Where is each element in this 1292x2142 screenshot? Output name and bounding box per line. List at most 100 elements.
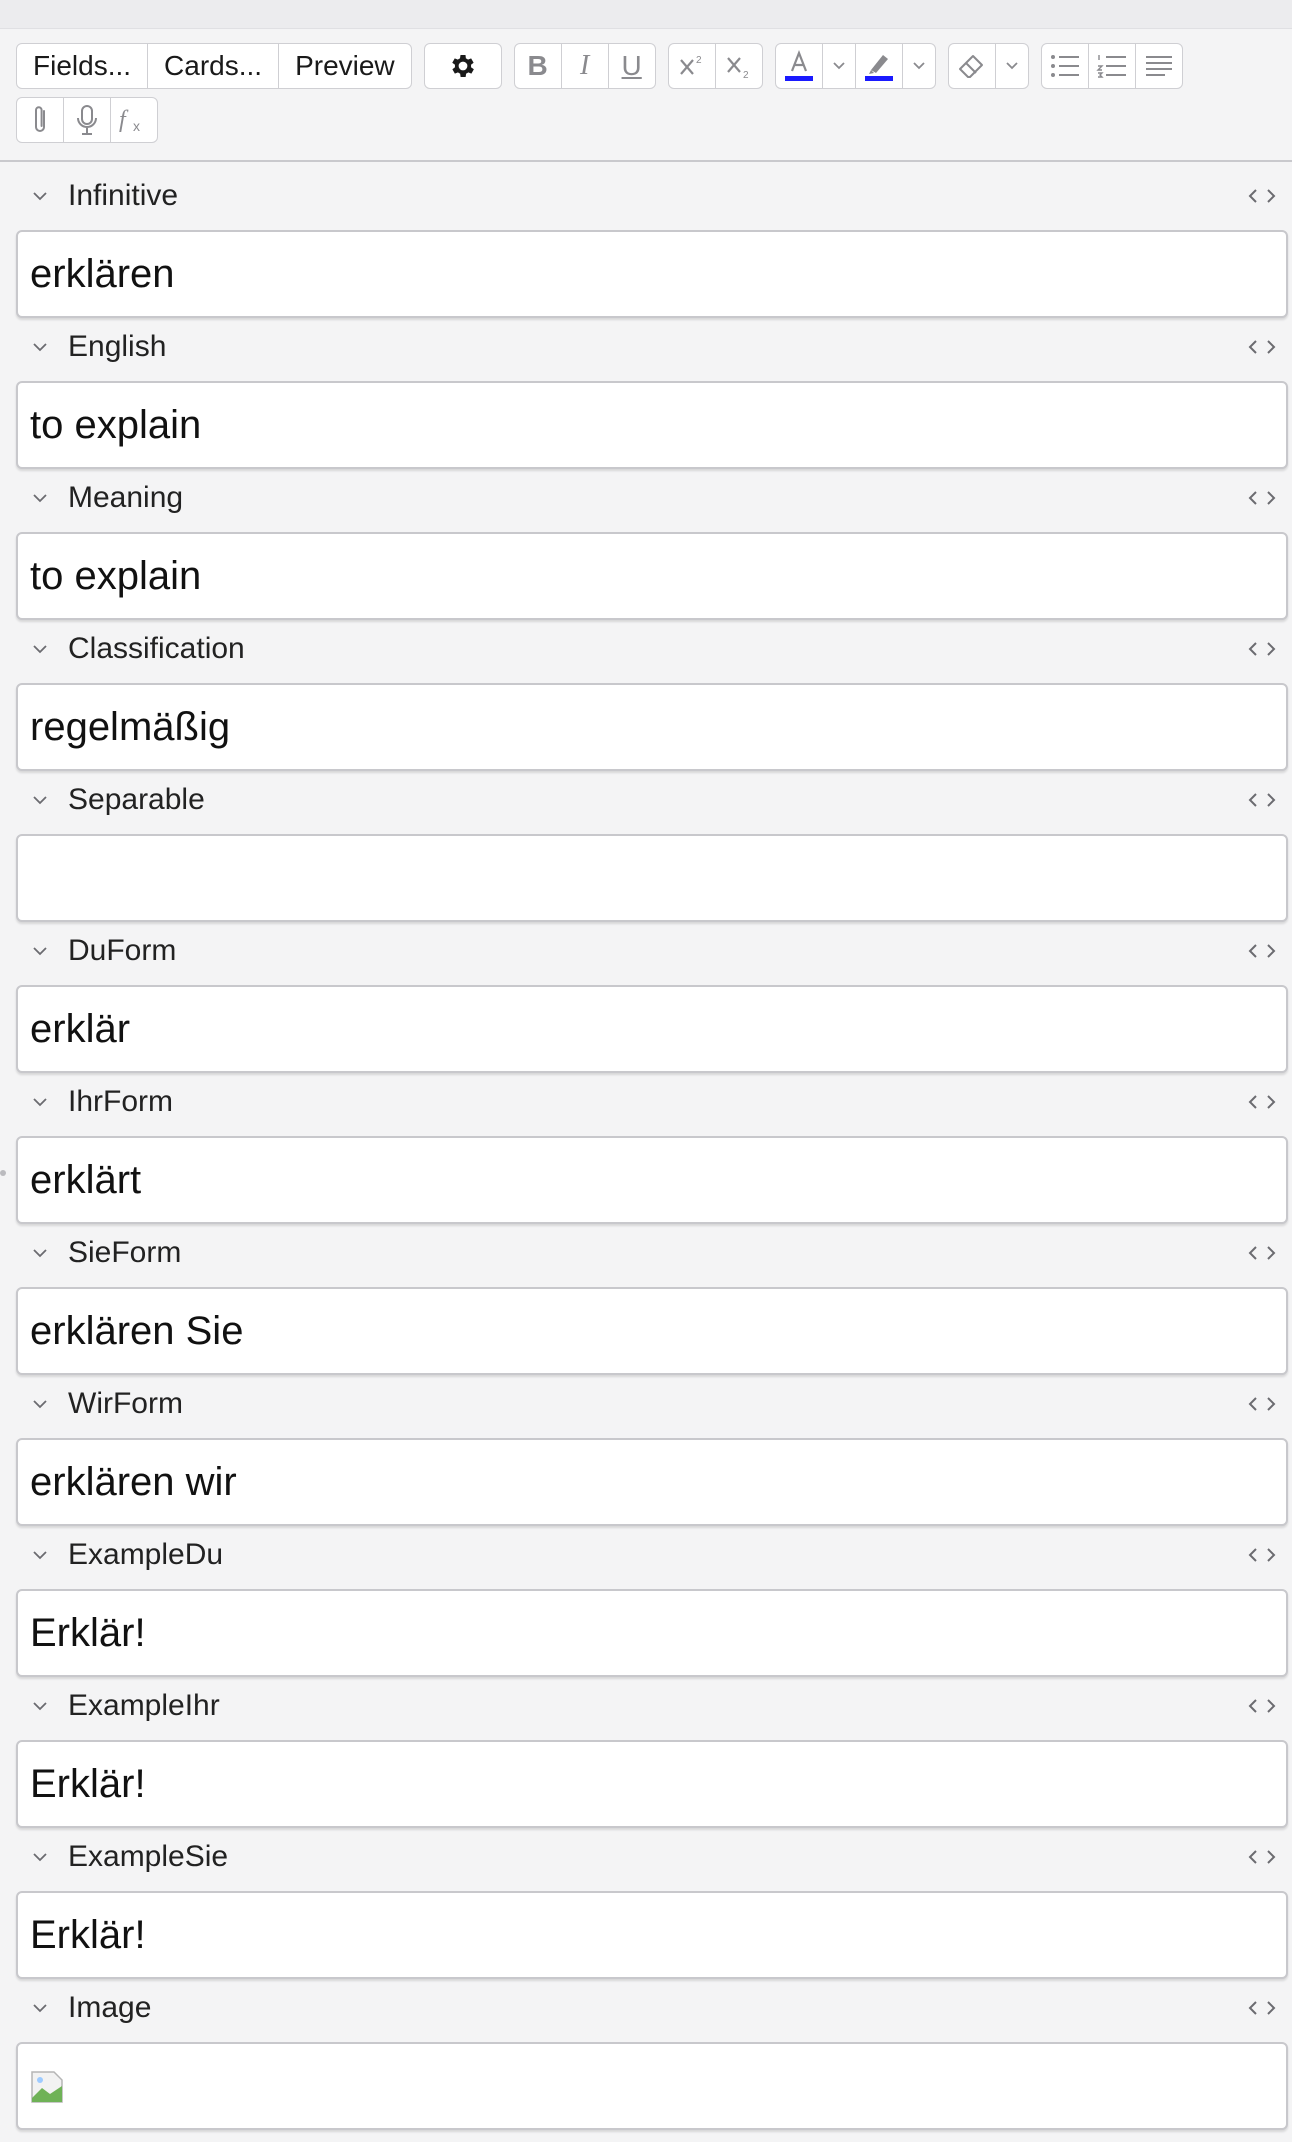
chevron-down-icon	[33, 645, 47, 654]
align-button[interactable]	[1134, 43, 1183, 89]
script-group: 2 2	[667, 43, 763, 89]
function-icon: f x	[119, 107, 140, 134]
chevron-down-icon	[33, 2004, 47, 2013]
svg-text:x: x	[133, 118, 140, 134]
bold-button[interactable]: B	[513, 43, 562, 89]
field-label: WirForm	[68, 1387, 183, 1420]
remove-format-dropdown[interactable]	[994, 43, 1029, 89]
html-editor-toggle[interactable]	[1242, 1086, 1282, 1118]
text-color-button[interactable]	[774, 43, 823, 89]
align-icon	[1145, 56, 1172, 76]
resize-handle[interactable]	[0, 1170, 6, 1176]
svg-text:f: f	[119, 107, 129, 133]
html-editor-toggle[interactable]	[1242, 1992, 1282, 2024]
toolbar-row-1: Fields... Cards... Preview B I U 2 2	[16, 42, 1286, 90]
underline-button[interactable]: U	[607, 43, 656, 89]
inline-format-group: B I U	[513, 43, 656, 89]
field-editor[interactable]: Erklär!	[16, 1589, 1288, 1677]
field-value: erklärt	[30, 1157, 142, 1202]
html-editor-toggle[interactable]	[1242, 1841, 1282, 1873]
field-editor[interactable]: erklären wir	[16, 1438, 1288, 1526]
field-label: Infinitive	[68, 179, 179, 212]
preview-button[interactable]: Preview	[278, 43, 412, 89]
collapse-toggle[interactable]	[22, 774, 58, 826]
fields-button[interactable]: Fields...	[16, 43, 149, 89]
highlight-button[interactable]	[854, 43, 903, 89]
field-value: erklären Sie	[30, 1308, 244, 1353]
chevron-down-icon	[33, 494, 47, 503]
chevron-down-icon	[33, 1098, 47, 1107]
bold-icon: B	[527, 50, 548, 81]
remove-format-button[interactable]	[947, 43, 996, 89]
collapse-toggle[interactable]	[22, 1982, 58, 2034]
numbered-list-button[interactable]	[1087, 43, 1136, 89]
field-editor[interactable]: to explain	[16, 381, 1288, 469]
field-value: erklären wir	[30, 1459, 237, 1504]
collapse-toggle[interactable]	[22, 925, 58, 977]
collapse-toggle[interactable]	[22, 1680, 58, 1732]
highlight-dropdown[interactable]	[901, 43, 936, 89]
subscript-button[interactable]: 2	[714, 43, 763, 89]
collapse-toggle[interactable]	[22, 1831, 58, 1883]
field-english: English to explain	[16, 321, 1288, 472]
math-button[interactable]: f x	[110, 97, 158, 143]
field-label: English	[68, 330, 167, 363]
html-editor-toggle[interactable]	[1242, 331, 1282, 363]
field-ihrform: IhrForm erklärt	[16, 1076, 1288, 1227]
field-header: IhrForm	[16, 1076, 1288, 1128]
html-editor-toggle[interactable]	[1242, 935, 1282, 967]
field-editor[interactable]: erklär	[16, 985, 1288, 1073]
superscript-icon: 2	[679, 55, 702, 75]
text-color-dropdown[interactable]	[821, 43, 856, 89]
numbered-list-icon	[1095, 55, 1126, 78]
note-buttons-group: Fields... Cards... Preview	[16, 43, 412, 89]
collapse-toggle[interactable]	[22, 472, 58, 524]
field-editor[interactable]: erklären Sie	[16, 1287, 1288, 1375]
collapse-toggle[interactable]	[22, 1227, 58, 1279]
text-color-icon	[784, 49, 813, 81]
settings-button[interactable]	[423, 43, 502, 89]
field-editor[interactable]: erklären	[16, 230, 1288, 318]
code-icon	[1248, 1699, 1276, 1713]
html-editor-toggle[interactable]	[1242, 482, 1282, 514]
field-list: Infinitive erklären English to explain Meani…	[16, 170, 1288, 2133]
field-value: to explain	[30, 553, 202, 598]
block-format-group	[1040, 43, 1183, 89]
eraser-group	[947, 43, 1029, 89]
field-editor[interactable]: Erklär!	[16, 1740, 1288, 1828]
field-editor[interactable]	[16, 2042, 1288, 2130]
paperclip-icon	[35, 106, 45, 132]
chevron-down-icon	[913, 62, 925, 70]
html-editor-toggle[interactable]	[1242, 1539, 1282, 1571]
html-editor-toggle[interactable]	[1242, 1690, 1282, 1722]
collapse-toggle[interactable]	[22, 623, 58, 675]
record-audio-button[interactable]	[63, 97, 111, 143]
field-editor[interactable]: erklärt	[16, 1136, 1288, 1224]
field-infinitive: Infinitive erklären	[16, 170, 1288, 321]
code-icon	[1248, 1850, 1276, 1864]
field-examplesie: ExampleSie Erklär!	[16, 1831, 1288, 1982]
svg-text:2: 2	[696, 55, 702, 66]
field-editor[interactable]: regelmäßig	[16, 683, 1288, 771]
cards-button[interactable]: Cards...	[147, 43, 280, 89]
code-icon	[1248, 1548, 1276, 1562]
html-editor-toggle[interactable]	[1242, 633, 1282, 665]
collapse-toggle[interactable]	[22, 1076, 58, 1128]
collapse-toggle[interactable]	[22, 1529, 58, 1581]
code-icon	[1248, 189, 1276, 203]
superscript-button[interactable]: 2	[667, 43, 716, 89]
field-editor[interactable]	[16, 834, 1288, 922]
html-editor-toggle[interactable]	[1242, 180, 1282, 212]
collapse-toggle[interactable]	[22, 1378, 58, 1430]
field-editor[interactable]: Erklär!	[16, 1891, 1288, 1979]
field-editor[interactable]: to explain	[16, 532, 1288, 620]
attach-button[interactable]	[16, 97, 64, 143]
html-editor-toggle[interactable]	[1242, 784, 1282, 816]
field-duform: DuForm erklär	[16, 925, 1288, 1076]
collapse-toggle[interactable]	[22, 170, 58, 222]
collapse-toggle[interactable]	[22, 321, 58, 373]
italic-button[interactable]: I	[560, 43, 609, 89]
bullet-list-button[interactable]	[1040, 43, 1089, 89]
html-editor-toggle[interactable]	[1242, 1388, 1282, 1420]
html-editor-toggle[interactable]	[1242, 1237, 1282, 1269]
